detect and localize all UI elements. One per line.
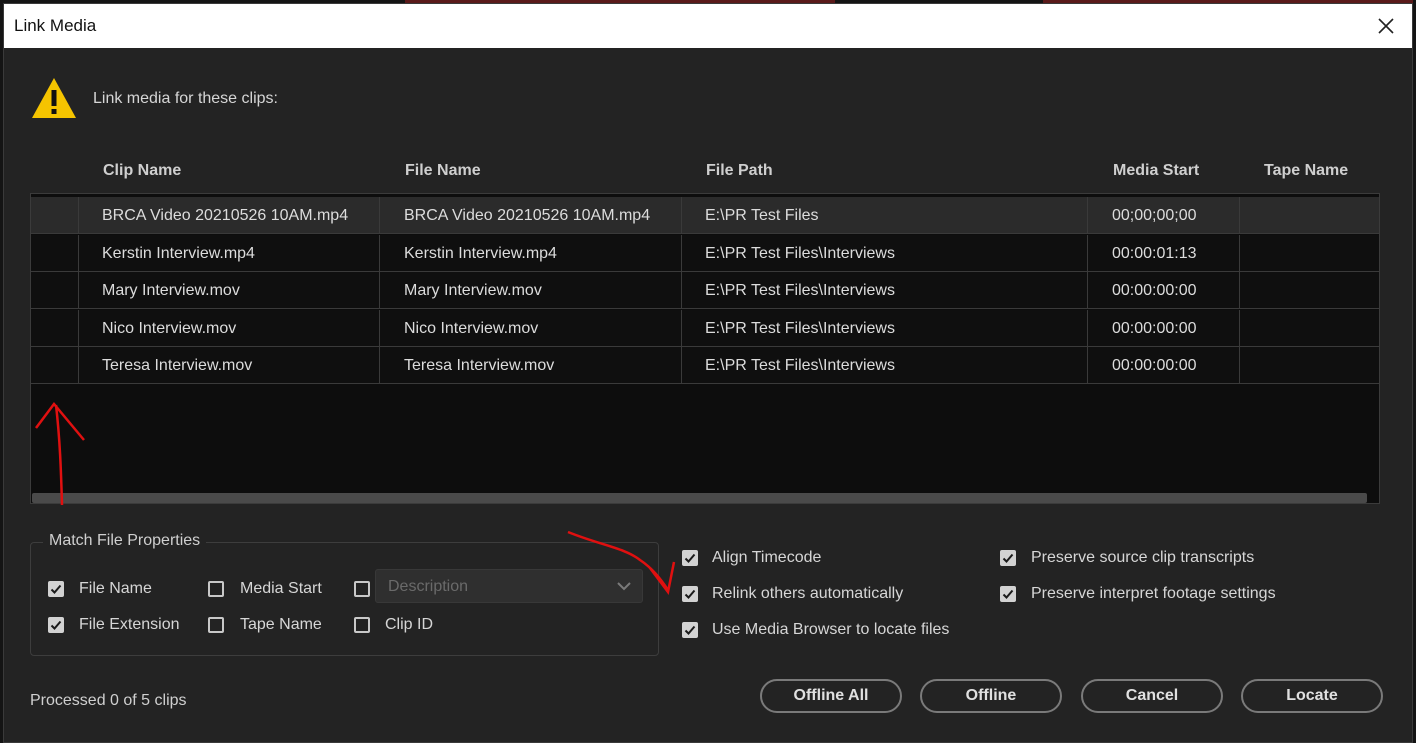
preserve-transcripts-checkbox[interactable] [1000,550,1016,566]
tape-name-label: Tape Name [240,616,322,633]
column-header-tape-name[interactable]: Tape Name [1264,162,1348,180]
horizontal-scrollbar[interactable] [32,493,1367,503]
description-select[interactable]: Description [375,569,643,603]
group-title: Match File Properties [43,532,207,550]
description-checkbox[interactable] [354,581,370,597]
file-name-checkbox[interactable] [48,581,64,597]
media-start-cell: 00;00;00;00 [1112,207,1197,224]
prompt-text: Link media for these clips: [93,90,278,107]
file-name-cell: Kerstin Interview.mp4 [404,245,557,262]
column-header-media-start[interactable]: Media Start [1113,162,1199,180]
title-bar: Link Media [4,4,1412,48]
close-icon [1378,18,1394,34]
file-name-label: File Name [79,580,152,597]
clip-name-cell: Teresa Interview.mov [102,357,253,374]
cancel-button[interactable]: Cancel [1081,679,1223,713]
clip-name-cell: Nico Interview.mov [102,320,237,337]
column-header-file-name[interactable]: File Name [405,162,481,180]
file-path-cell: E:\PR Test Files [705,207,819,224]
preserve-transcripts-label: Preserve source clip transcripts [1031,549,1255,566]
chevron-down-icon [617,582,631,591]
checkmark-icon [50,584,62,594]
checkmark-icon [50,620,62,630]
media-start-label: Media Start [240,580,322,597]
checkmark-icon [684,589,696,599]
screen: Link Media Link media for these clips: C… [0,0,1416,743]
file-name-cell: BRCA Video 20210526 10AM.mp4 [404,207,651,224]
file-name-cell: Teresa Interview.mov [404,357,555,374]
file-extension-checkbox[interactable] [48,617,64,633]
clip-name-cell: Mary Interview.mov [102,282,240,299]
media-start-cell: 00:00:00:00 [1112,282,1197,299]
tape-name-checkbox[interactable] [208,617,224,633]
table-row[interactable]: Teresa Interview.mov Teresa Interview.mo… [31,347,1379,384]
clip-name-cell: BRCA Video 20210526 10AM.mp4 [102,207,349,224]
preserve-interpret-label: Preserve interpret footage settings [1031,585,1276,602]
use-media-browser-checkbox[interactable] [682,622,698,638]
media-start-cell: 00:00:00:00 [1112,320,1197,337]
table-row[interactable]: Kerstin Interview.mp4 Kerstin Interview.… [31,235,1379,272]
file-path-cell: E:\PR Test Files\Interviews [705,282,895,299]
window-title: Link Media [14,16,97,35]
align-timecode-label: Align Timecode [712,549,822,566]
checkmark-icon [684,553,696,563]
preserve-interpret-checkbox[interactable] [1000,586,1016,602]
clip-id-checkbox[interactable] [354,617,370,633]
locate-button[interactable]: Locate [1241,679,1383,713]
column-header-file-path[interactable]: File Path [706,162,773,180]
file-name-cell: Nico Interview.mov [404,320,539,337]
use-media-browser-label: Use Media Browser to locate files [712,621,950,638]
clip-id-label: Clip ID [385,616,434,633]
clips-table: BRCA Video 20210526 10AM.mp4 BRCA Video … [30,193,1380,504]
warning-icon [31,76,77,120]
checkmark-icon [1002,589,1014,599]
media-start-checkbox[interactable] [208,581,224,597]
relink-others-label: Relink others automatically [712,585,904,602]
offline-all-button[interactable]: Offline All [760,679,902,713]
table-row[interactable]: Mary Interview.mov Mary Interview.mov E:… [31,272,1379,309]
checkmark-icon [684,625,696,635]
file-extension-label: File Extension [79,616,180,633]
media-start-cell: 00:00:00:00 [1112,357,1197,374]
table-row[interactable]: Nico Interview.mov Nico Interview.mov E:… [31,310,1379,347]
column-header-clip-name[interactable]: Clip Name [103,162,181,180]
clip-name-cell: Kerstin Interview.mp4 [102,245,255,262]
offline-button[interactable]: Offline [920,679,1062,713]
media-start-cell: 00:00:01:13 [1112,245,1197,262]
file-path-cell: E:\PR Test Files\Interviews [705,357,895,374]
checkmark-icon [1002,553,1014,563]
file-path-cell: E:\PR Test Files\Interviews [705,245,895,262]
align-timecode-checkbox[interactable] [682,550,698,566]
relink-others-checkbox[interactable] [682,586,698,602]
file-path-cell: E:\PR Test Files\Interviews [705,320,895,337]
close-button[interactable] [1372,12,1400,40]
status-text: Processed 0 of 5 clips [30,692,187,709]
description-placeholder: Description [388,578,469,595]
table-row[interactable]: BRCA Video 20210526 10AM.mp4 BRCA Video … [31,197,1379,234]
file-name-cell: Mary Interview.mov [404,282,542,299]
